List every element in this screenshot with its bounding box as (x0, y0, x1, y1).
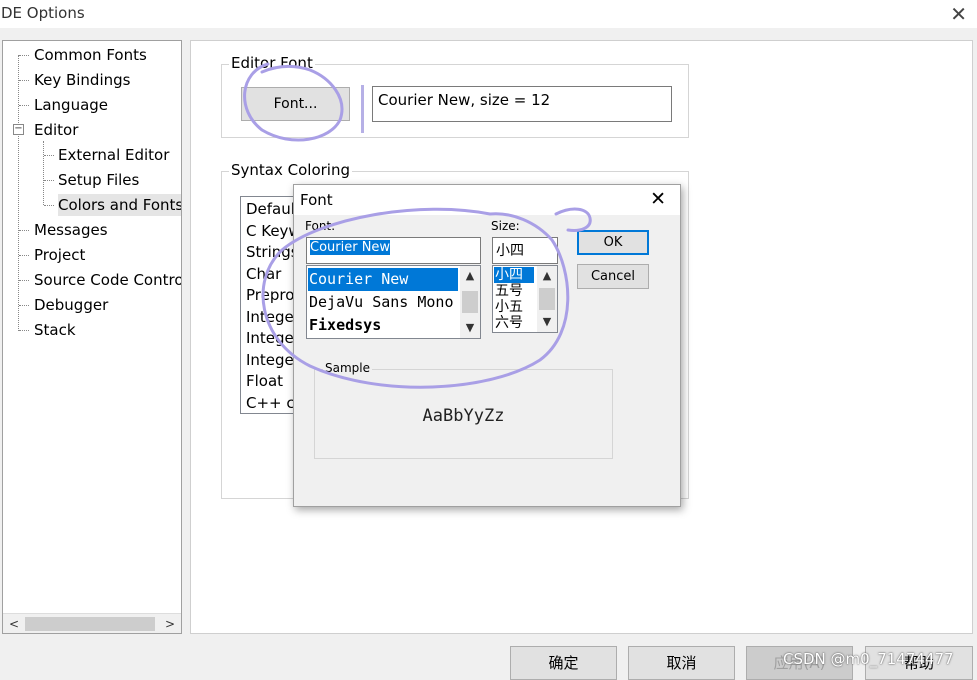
font-option-courier-new[interactable]: Courier New (308, 268, 458, 291)
tree-connector (44, 155, 54, 156)
size-option[interactable]: 五号 (494, 283, 523, 299)
options-tree: Common Fonts Key Bindings Language − Edi… (2, 40, 182, 634)
font-dialog-titlebar: Font ✕ (294, 185, 680, 215)
scroll-thumb[interactable] (25, 617, 155, 631)
cancel-button-bottom[interactable]: 取消 (628, 646, 735, 680)
close-icon[interactable]: ✕ (950, 2, 967, 26)
ok-button-bottom[interactable]: 确定 (510, 646, 617, 680)
tree-guide-line (18, 55, 19, 331)
tree-connector (19, 80, 29, 81)
cancel-button[interactable]: Cancel (577, 264, 649, 289)
list-item[interactable]: Integer (241, 328, 299, 350)
size-list[interactable]: 小四 五号 小五 六号 ▲ ▼ (492, 265, 558, 333)
list-item[interactable]: Strings (241, 242, 299, 264)
font-option-dejavu-sans-mono[interactable]: DejaVu Sans Mono (308, 291, 460, 314)
list-item[interactable]: Integer (241, 307, 299, 329)
list-item[interactable]: Integer (241, 350, 299, 372)
tree-item-colors-and-fonts[interactable]: Colors and Fonts (58, 194, 181, 216)
font-name-input[interactable]: Courier New (306, 237, 481, 264)
sample-group: Sample AaBbYyZz (314, 361, 613, 459)
size-option[interactable]: 小四 (494, 267, 534, 283)
tree-guide-line-sub (43, 141, 44, 205)
scroll-thumb[interactable] (539, 288, 555, 310)
font-option-fixedsys[interactable]: Fixedsys (308, 314, 381, 337)
tree-connector (19, 105, 29, 106)
collapse-icon[interactable]: − (13, 124, 24, 135)
tree-connector (19, 230, 29, 231)
font-list-scrollbar[interactable]: ▲ ▼ (460, 266, 480, 338)
tree-connector (44, 205, 54, 206)
tree-connector (19, 255, 29, 256)
chevron-up-icon[interactable]: ▲ (460, 267, 480, 285)
tree-item-debugger[interactable]: Debugger (34, 294, 108, 316)
tree-item-language[interactable]: Language (34, 94, 108, 116)
tree-connector (19, 330, 29, 331)
list-item[interactable]: Default (241, 199, 299, 221)
chevron-up-icon[interactable]: ▲ (537, 267, 557, 285)
scroll-thumb[interactable] (462, 291, 478, 313)
scroll-right-icon[interactable]: > (161, 615, 179, 633)
syntax-element-list[interactable]: Default C Keywords Strings Char Preproce… (240, 196, 300, 414)
font-label: Font: (305, 219, 336, 233)
annotation-mark (361, 85, 364, 133)
size-input[interactable]: 小四 (492, 237, 558, 264)
chevron-down-icon[interactable]: ▼ (460, 319, 480, 337)
font-button[interactable]: Font... (241, 87, 350, 121)
sample-label: Sample (323, 361, 372, 375)
tree-item-external-editor[interactable]: External Editor (58, 144, 169, 166)
tree-connector (19, 55, 29, 56)
tree-connector (19, 280, 29, 281)
tree-horizontal-scrollbar[interactable]: < > (3, 613, 181, 633)
sample-text: AaBbYyZz (422, 406, 505, 426)
tree-connector (19, 305, 29, 306)
tree-item-common-fonts[interactable]: Common Fonts (34, 44, 147, 66)
list-item[interactable]: C++ comments (241, 393, 299, 414)
ok-button[interactable]: OK (577, 230, 649, 255)
list-item[interactable]: C Keywords (241, 221, 299, 243)
current-font-display: Courier New, size = 12 (372, 86, 672, 122)
window-titlebar: DE Options ✕ (0, 0, 977, 28)
tree-item-key-bindings[interactable]: Key Bindings (34, 69, 130, 91)
size-label: Size: (491, 219, 520, 233)
tree-item-stack[interactable]: Stack (34, 319, 76, 341)
tree-item-project[interactable]: Project (34, 244, 85, 266)
close-icon[interactable]: ✕ (650, 188, 666, 210)
list-item[interactable]: Float (241, 371, 299, 393)
tree-connector (44, 180, 54, 181)
watermark: CSDN @m0_71474477 (783, 650, 954, 668)
font-dialog: Font ✕ Font: Courier New Courier New Dej… (293, 184, 681, 507)
syntax-coloring-group-label: Syntax Coloring (229, 161, 352, 179)
tree-item-messages[interactable]: Messages (34, 219, 108, 241)
font-dialog-title: Font (300, 191, 333, 209)
tree-item-editor[interactable]: Editor (34, 119, 78, 141)
window-title: DE Options (1, 4, 85, 22)
list-item[interactable]: Preprocessor (241, 285, 299, 307)
tree-item-source-code-control[interactable]: Source Code Control (34, 269, 181, 291)
size-option[interactable]: 小五 (494, 299, 523, 315)
tree-item-setup-files[interactable]: Setup Files (58, 169, 139, 191)
list-item[interactable]: Char (241, 264, 299, 286)
size-option[interactable]: 六号 (494, 315, 523, 331)
editor-font-group-label: Editor Font (229, 54, 315, 72)
size-list-scrollbar[interactable]: ▲ ▼ (537, 266, 557, 332)
font-name-input-value: Courier New (310, 240, 391, 255)
scroll-left-icon[interactable]: < (5, 615, 23, 633)
chevron-down-icon[interactable]: ▼ (537, 313, 557, 331)
font-list[interactable]: Courier New DejaVu Sans Mono Fixedsys ▲ … (306, 265, 481, 339)
